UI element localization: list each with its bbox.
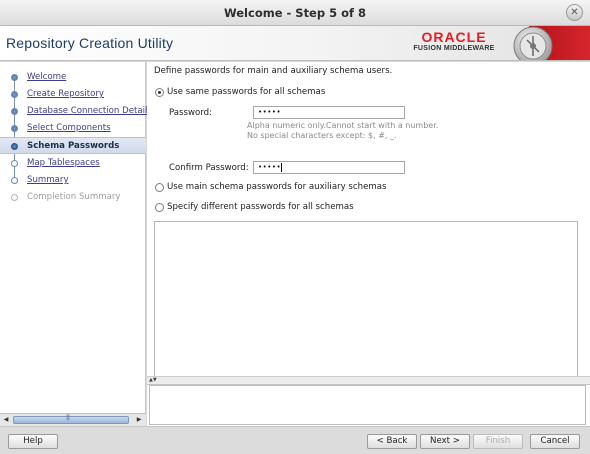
- step-done-icon: [11, 74, 18, 81]
- step-current-icon: [11, 143, 18, 150]
- nav-horizontal-scrollbar[interactable]: ◀ ▶: [0, 413, 146, 426]
- nav-item-create-repository[interactable]: Create Repository: [0, 86, 146, 102]
- oracle-logo: ORACLE FUSION MIDDLEWARE: [408, 30, 500, 57]
- confirm-password-label: Confirm Password:: [169, 163, 249, 173]
- option-same-passwords-label[interactable]: Use same passwords for all schemas: [167, 87, 325, 97]
- confirm-password-field[interactable]: •••••: [253, 161, 405, 174]
- window-titlebar: Welcome - Step 5 of 8 ✕: [0, 0, 590, 26]
- confirm-password-value: •••••: [258, 163, 282, 171]
- schema-details-panel: [154, 221, 578, 377]
- text-caret: [281, 162, 283, 172]
- nav-item-completion-summary: Completion Summary: [0, 189, 146, 205]
- oracle-logo-graphic: [507, 26, 590, 60]
- step-done-icon: [11, 125, 18, 132]
- nav-item-schema-passwords[interactable]: Schema Passwords: [0, 137, 146, 154]
- main-content: Define passwords for main and auxiliary …: [147, 62, 590, 388]
- password-hint-2: No special characters except: $, #, _.: [247, 131, 397, 140]
- message-pane: [147, 384, 590, 426]
- intro-text: Define passwords for main and auxiliary …: [154, 66, 393, 76]
- scrollbar-thumb[interactable]: [13, 414, 129, 424]
- step-done-icon: [11, 108, 18, 115]
- nav-item-label: Completion Summary: [27, 192, 121, 202]
- nav-item-label: Map Tablespaces: [27, 158, 100, 168]
- nav-item-label: Welcome: [27, 72, 67, 82]
- nav-item-label: Summary: [27, 175, 69, 185]
- nav-item-label: Database Connection Details: [27, 106, 152, 116]
- logo-subtitle: FUSION MIDDLEWARE: [413, 45, 495, 52]
- help-button[interactable]: Help: [8, 434, 58, 449]
- option-different-passwords-label[interactable]: Specify different passwords for all sche…: [167, 202, 354, 212]
- step-done-icon: [11, 91, 18, 98]
- nav-item-summary[interactable]: Summary: [0, 172, 146, 188]
- wizard-footer: Help < Back Next > Finish Cancel: [0, 426, 590, 454]
- step-pending-icon: [11, 160, 18, 167]
- logo-oracle-text: ORACLE: [421, 29, 487, 45]
- close-icon[interactable]: ✕: [566, 4, 583, 21]
- option-main-schema-label[interactable]: Use main schema passwords for auxiliary …: [167, 182, 386, 192]
- message-area: [149, 385, 586, 425]
- password-value: •••••: [258, 108, 282, 116]
- step-pending-icon: [11, 177, 18, 184]
- back-button[interactable]: < Back: [367, 434, 417, 449]
- cancel-button[interactable]: Cancel: [530, 434, 580, 449]
- nav-item-label: Create Repository: [27, 89, 104, 99]
- nav-item-welcome[interactable]: Welcome: [0, 69, 146, 85]
- app-header: Repository Creation Utility ORACLE FUSIO…: [0, 26, 590, 61]
- nav-item-label: Select Components: [27, 123, 111, 133]
- splitter-arrows-icon[interactable]: ▲▼: [149, 377, 157, 383]
- radio-main-schema-passwords[interactable]: [155, 183, 164, 192]
- radio-different-passwords[interactable]: [155, 203, 164, 212]
- next-button[interactable]: Next >: [420, 434, 470, 449]
- password-label: Password:: [169, 108, 213, 118]
- nav-item-map-tablespaces[interactable]: Map Tablespaces: [0, 155, 146, 171]
- pane-splitter[interactable]: ▲▼: [147, 376, 590, 384]
- scroll-right-icon[interactable]: ▶: [134, 415, 144, 425]
- scroll-left-icon[interactable]: ◀: [1, 415, 11, 425]
- radio-same-passwords[interactable]: [155, 88, 164, 97]
- app-title: Repository Creation Utility: [6, 35, 174, 51]
- steps-nav: Welcome Create Repository Database Conne…: [0, 62, 152, 413]
- password-field[interactable]: •••••: [253, 106, 405, 119]
- finish-button: Finish: [473, 434, 523, 449]
- step-disabled-icon: [11, 194, 18, 201]
- window-title: Welcome - Step 5 of 8: [223, 6, 367, 20]
- nav-item-database-connection-details[interactable]: Database Connection Details: [0, 103, 152, 119]
- nav-item-select-components[interactable]: Select Components: [0, 120, 146, 136]
- nav-item-label: Schema Passwords: [27, 141, 120, 151]
- password-hint-1: Alpha numeric only.Cannot start with a n…: [247, 121, 439, 130]
